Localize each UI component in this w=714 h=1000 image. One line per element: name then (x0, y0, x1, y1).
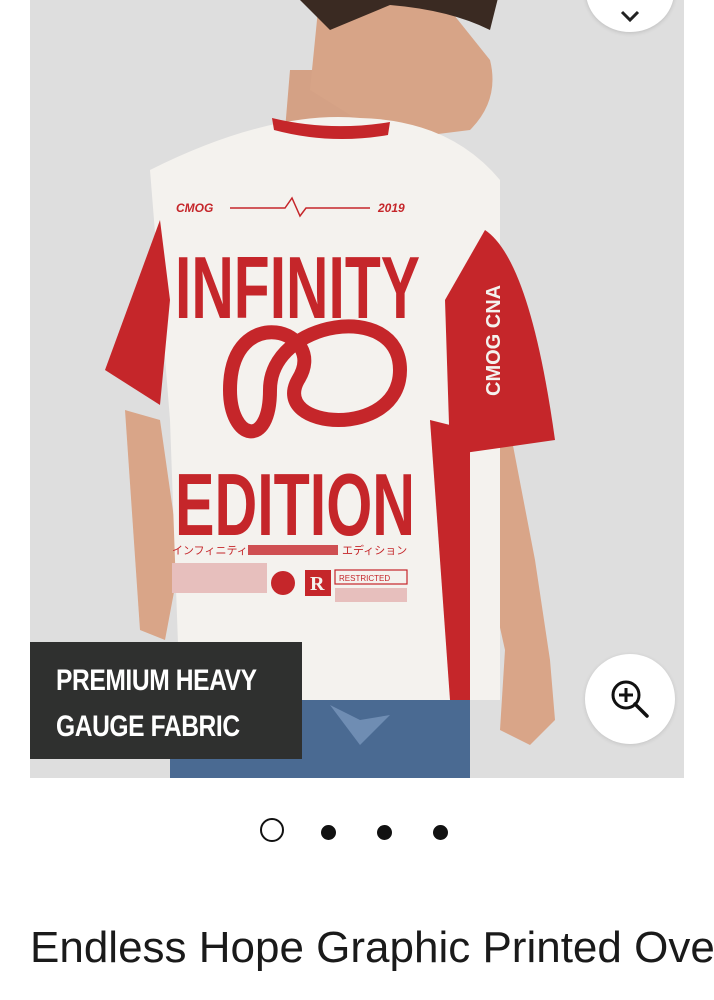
carousel-dot-4[interactable] (433, 825, 448, 840)
print-top-right: 2019 (377, 201, 405, 215)
print-headline-2: EDITION (175, 455, 415, 554)
print-top-left: CMOG (176, 201, 213, 215)
zoom-in-icon (611, 680, 649, 718)
heart-icon (620, 10, 640, 23)
print-r-mark: R (310, 573, 325, 595)
print-japanese-left: インフィニティ (172, 544, 248, 557)
product-title: Endless Hope Graphic Printed Oversized T… (30, 923, 714, 972)
sleeve-print: CMOG CNA (483, 285, 505, 396)
carousel-dot-2[interactable] (321, 825, 336, 840)
fabric-badge-line2: GAUGE FABRIC (56, 710, 240, 743)
zoom-button[interactable] (585, 654, 675, 744)
wishlist-button[interactable] (586, 0, 674, 32)
print-restricted: RESTRICTED (339, 574, 390, 583)
carousel-indicators (0, 818, 714, 848)
fabric-badge: PREMIUM HEAVY GAUGE FABRIC (30, 642, 302, 759)
print-japanese-right: エディション (342, 543, 407, 557)
carousel-dot-3[interactable] (377, 825, 392, 840)
fabric-badge-line1: PREMIUM HEAVY (56, 664, 257, 697)
carousel-dot-1[interactable] (260, 818, 284, 842)
print-headline-1: INFINITY (175, 238, 420, 337)
